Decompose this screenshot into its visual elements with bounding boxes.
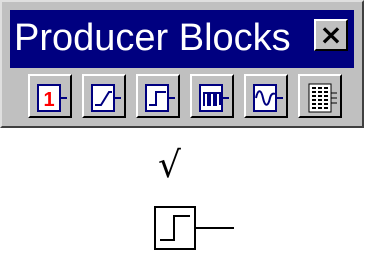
ramp-icon [91, 84, 121, 112]
data-table-block-button[interactable] [298, 74, 342, 118]
constant-value-label: 1 [43, 89, 54, 111]
sine-wave-icon [253, 84, 283, 112]
step-icon [145, 84, 175, 112]
close-icon: × [319, 18, 343, 51]
step-block-button[interactable] [136, 74, 180, 118]
palette-titlebar[interactable]: Producer Blocks × [10, 10, 354, 68]
data-table-icon [308, 83, 337, 113]
constant-block-button[interactable]: 1 [28, 74, 72, 118]
ramp-block-button[interactable] [82, 74, 126, 118]
palette-title: Producer Blocks [14, 17, 291, 59]
producer-blocks-palette: Producer Blocks × 1 [0, 0, 364, 128]
checkmark-annotation: √ [158, 145, 181, 186]
constant-icon: 1 [37, 84, 67, 112]
pulse-train-icon [199, 84, 229, 112]
close-button[interactable]: × [314, 19, 348, 51]
step-block-symbol-icon [154, 206, 234, 250]
sine-wave-block-button[interactable] [244, 74, 288, 118]
pulse-train-block-button[interactable] [190, 74, 234, 118]
